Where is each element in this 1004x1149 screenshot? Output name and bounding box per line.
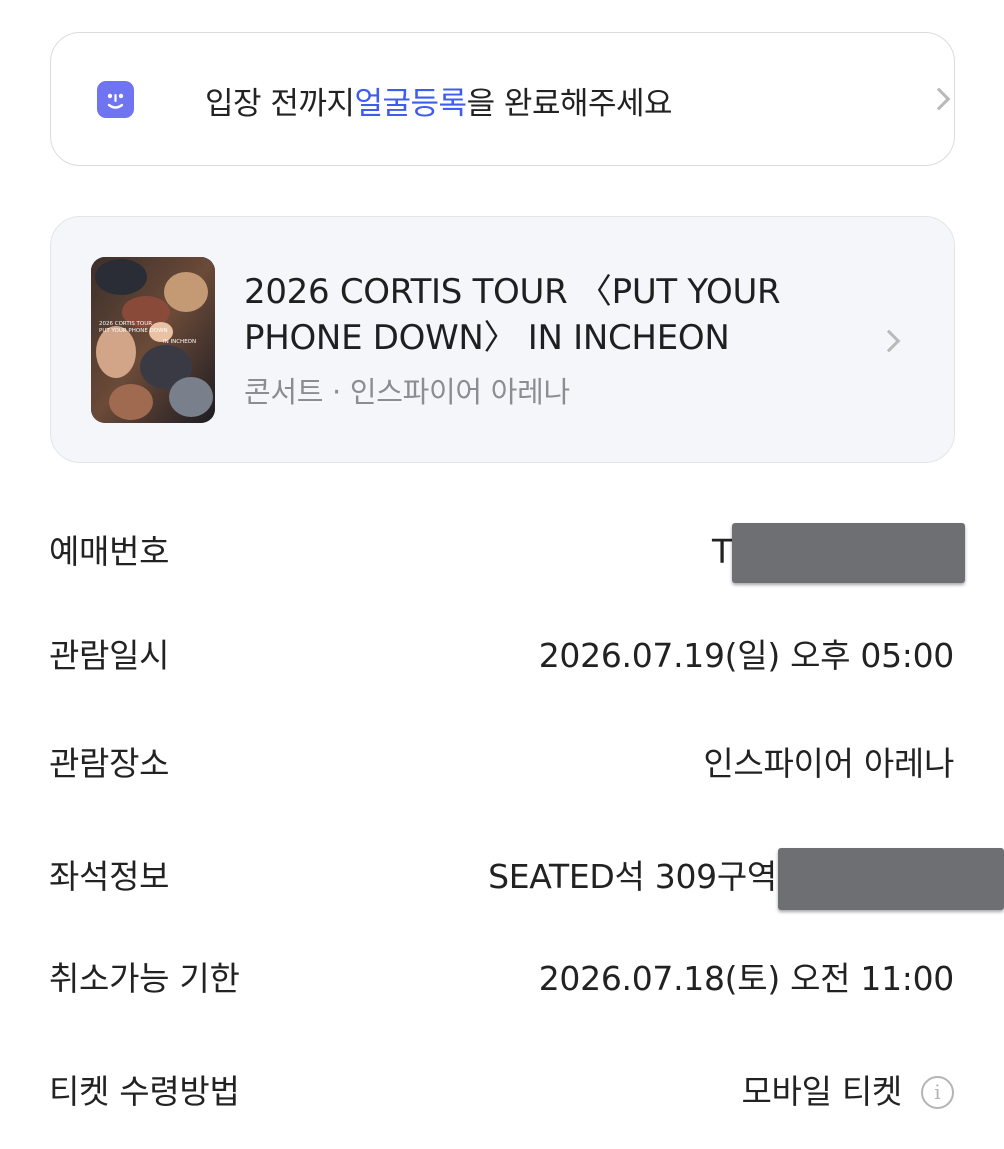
chevron-right-icon: [927, 87, 951, 111]
ticket-method-label: 티켓 수령방법: [49, 1072, 240, 1111]
booking-number-value: T: [712, 532, 732, 571]
ticket-method-row: 티켓 수령방법 모바일 티켓 i: [0, 1062, 1004, 1122]
venue-row: 관람장소 인스파이어 아레나: [0, 734, 1004, 794]
date-row: 관람일시 2026.07.19(일) 오후 05:00: [0, 626, 1004, 686]
ticket-method-value: 모바일 티켓: [741, 1072, 903, 1111]
cancel-deadline-value: 2026.07.18(토) 오전 11:00: [538, 959, 955, 998]
booking-number-row: 예매번호 T: [0, 522, 1004, 583]
cancel-deadline-row: 취소가능 기한 2026.07.18(토) 오전 11:00: [0, 949, 1004, 1009]
redaction-block: [778, 848, 1004, 910]
poster-text-line1: 2026 CORTIS TOUR: [99, 321, 152, 327]
face-message-highlight: 얼굴등록: [354, 85, 467, 122]
face-id-icon: [97, 81, 134, 118]
redaction-block: [732, 523, 965, 583]
ticket-detail-page: 입장 전까지 얼굴등록 을 완료해주세요 2026 CORTIS TOUR PU…: [0, 0, 1004, 1149]
event-subtitle: 콘서트 · 인스파이어 아레나: [244, 375, 570, 409]
date-value: 2026.07.19(일) 오후 05:00: [538, 636, 955, 675]
face-message-prefix: 입장 전까지: [205, 85, 355, 122]
cancel-deadline-label: 취소가능 기한: [49, 959, 240, 998]
seat-label: 좌석정보: [49, 857, 170, 896]
venue-label: 관람장소: [49, 744, 170, 783]
booking-number-label: 예매번호: [49, 532, 170, 571]
face-message-suffix: 을 완료해주세요: [466, 85, 673, 122]
poster-text-line2: PUT YOUR PHONE DOWN: [99, 328, 168, 334]
info-icon[interactable]: i: [921, 1076, 954, 1109]
seat-row: 좌석정보 SEATED석 309구역: [0, 847, 1004, 910]
event-card[interactable]: 2026 CORTIS TOUR PUT YOUR PHONE DOWN IN …: [50, 216, 955, 463]
event-poster-image: 2026 CORTIS TOUR PUT YOUR PHONE DOWN IN …: [91, 257, 215, 423]
poster-text-line3: IN INCHEON: [163, 339, 196, 345]
event-title: 2026 CORTIS TOUR 〈PUT YOUR PHONE DOWN〉 I…: [244, 272, 781, 358]
date-label: 관람일시: [49, 636, 170, 675]
venue-value: 인스파이어 아레나: [703, 744, 954, 783]
face-registration-message: 입장 전까지 얼굴등록 을 완료해주세요: [205, 33, 673, 167]
seat-value: SEATED석 309구역: [488, 857, 777, 896]
face-registration-banner[interactable]: 입장 전까지 얼굴등록 을 완료해주세요: [50, 32, 955, 166]
